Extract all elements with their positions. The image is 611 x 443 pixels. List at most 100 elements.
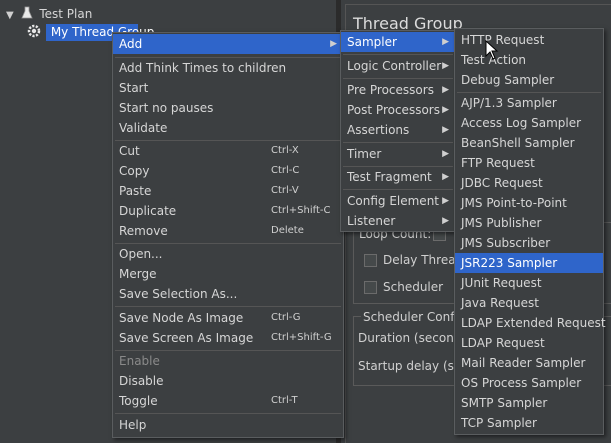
- menu-item-label: BeanShell Sampler: [461, 136, 575, 150]
- menu-item-label: Save Node As Image: [119, 311, 244, 325]
- menu-item-label: Duplicate: [119, 204, 177, 218]
- menu-item-paste[interactable]: Paste Ctrl-V: [113, 181, 343, 201]
- tree-node-label: Test Plan: [39, 7, 93, 21]
- menu-separator: [115, 413, 341, 414]
- menu-item-logic-controller[interactable]: Logic Controller ▶: [341, 56, 455, 76]
- menu-item-label: Toggle: [119, 394, 158, 408]
- shortcut-label: Ctrl-X: [271, 145, 299, 156]
- delay-thread-checkbox[interactable]: [364, 254, 377, 267]
- menu-item-timer[interactable]: Timer ▶: [341, 144, 455, 164]
- menu-item-cut[interactable]: Cut Ctrl-X: [113, 141, 343, 161]
- menu-item-save-screen-as-image[interactable]: Save Screen As Image Ctrl+Shift-G: [113, 328, 343, 348]
- menu-item-listener[interactable]: Listener ▶: [341, 211, 455, 231]
- menu-item-label: Config Element: [347, 194, 439, 208]
- menu-item-label: LDAP Request: [461, 336, 545, 350]
- shortcut-label: Ctrl-T: [271, 395, 298, 406]
- menu-item-jms-publisher[interactable]: JMS Publisher: [455, 213, 603, 233]
- menu-item-label: Paste: [119, 184, 152, 198]
- menu-item-label: JUnit Request: [461, 276, 542, 290]
- submenu-arrow-icon: ▶: [442, 85, 449, 95]
- menu-item-open[interactable]: Open...: [113, 244, 343, 264]
- menu-item-label: Assertions: [347, 123, 410, 137]
- menu-item-ldap-extended-request[interactable]: LDAP Extended Request: [455, 313, 606, 333]
- menu-item-label: Logic Controller: [347, 59, 442, 73]
- menu-item-junit-request[interactable]: JUnit Request: [455, 273, 603, 293]
- menu-item-post-processors[interactable]: Post Processors ▶: [341, 100, 455, 120]
- menu-item-assertions[interactable]: Assertions ▶: [341, 120, 455, 140]
- menu-item-jdbc-request[interactable]: JDBC Request: [455, 173, 603, 193]
- shortcut-label: Ctrl-V: [271, 185, 299, 196]
- menu-item-http-request[interactable]: HTTP Request: [455, 30, 603, 50]
- menu-item-label: Disable: [119, 374, 164, 388]
- tree-node-test-plan[interactable]: ▼ Test Plan: [6, 5, 92, 23]
- menu-item-label: FTP Request: [461, 156, 535, 170]
- menu-item-config-element[interactable]: Config Element ▶: [341, 191, 455, 211]
- menu-item-duplicate[interactable]: Duplicate Ctrl+Shift-C: [113, 201, 343, 221]
- menu-item-copy[interactable]: Copy Ctrl-C: [113, 161, 343, 181]
- menu-item-label: Add Think Times to children: [119, 61, 287, 75]
- menu-item-ajp-sampler[interactable]: AJP/1.3 Sampler: [455, 93, 603, 113]
- menu-item-jms-point-to-point[interactable]: JMS Point-to-Point: [455, 193, 603, 213]
- submenu-arrow-icon: ▶: [442, 172, 449, 182]
- menu-item-validate[interactable]: Validate: [113, 118, 343, 138]
- menu-item-smtp-sampler[interactable]: SMTP Sampler: [455, 393, 603, 413]
- mouse-cursor-icon: [485, 39, 499, 60]
- menu-separator: [343, 54, 453, 55]
- scheduler-checkbox[interactable]: [364, 281, 377, 294]
- menu-item-label: JSR223 Sampler: [461, 256, 558, 270]
- menu-separator: [115, 306, 341, 307]
- menu-item-sampler[interactable]: Sampler ▶: [341, 32, 455, 52]
- menu-item-beanshell-sampler[interactable]: BeanShell Sampler: [455, 133, 603, 153]
- menu-item-jsr223-sampler[interactable]: JSR223 Sampler: [455, 253, 603, 273]
- menu-item-label: Remove: [119, 224, 168, 238]
- menu-item-label: JMS Point-to-Point: [461, 196, 567, 210]
- menu-item-mail-reader-sampler[interactable]: Mail Reader Sampler: [455, 353, 603, 373]
- menu-item-label: JMS Subscriber: [461, 236, 551, 250]
- menu-item-tcp-sampler[interactable]: TCP Sampler: [455, 413, 603, 433]
- menu-item-add-think-times[interactable]: Add Think Times to children: [113, 58, 343, 78]
- menu-item-start-no-pauses[interactable]: Start no pauses: [113, 98, 343, 118]
- menu-item-label: Listener: [347, 214, 396, 228]
- menu-item-label: OS Process Sampler: [461, 376, 582, 390]
- menu-item-debug-sampler[interactable]: Debug Sampler: [455, 70, 603, 90]
- scheduler-config-label: Scheduler Config: [361, 310, 468, 324]
- menu-item-label: Start no pauses: [119, 101, 214, 115]
- menu-item-label: Cut: [119, 144, 140, 158]
- menu-item-test-fragment[interactable]: Test Fragment ▶: [341, 167, 455, 187]
- menu-item-ftp-request[interactable]: FTP Request: [455, 153, 603, 173]
- menu-item-label: Access Log Sampler: [461, 116, 582, 130]
- delay-thread-label: Delay Thread: [383, 253, 464, 267]
- menu-item-label: Merge: [119, 267, 157, 281]
- menu-item-label: JDBC Request: [461, 176, 543, 190]
- submenu-arrow-icon: ▶: [442, 149, 449, 159]
- menu-item-jms-subscriber[interactable]: JMS Subscriber: [455, 233, 603, 253]
- menu-item-test-action[interactable]: Test Action: [455, 50, 603, 70]
- menu-item-os-process-sampler[interactable]: OS Process Sampler: [455, 373, 603, 393]
- submenu-arrow-icon: ▶: [442, 196, 449, 206]
- menu-item-label: LDAP Extended Request: [461, 316, 606, 330]
- menu-item-label: Help: [119, 418, 147, 432]
- menu-item-remove[interactable]: Remove Delete: [113, 221, 343, 241]
- menu-item-start[interactable]: Start: [113, 78, 343, 98]
- menu-item-label: Timer: [347, 147, 382, 161]
- menu-item-java-request[interactable]: Java Request: [455, 293, 603, 313]
- menu-item-save-node-as-image[interactable]: Save Node As Image Ctrl-G: [113, 308, 343, 328]
- menu-item-add[interactable]: Add ▶: [113, 34, 343, 54]
- menu-item-help[interactable]: Help: [113, 415, 343, 435]
- menu-item-enable[interactable]: Enable: [113, 351, 343, 371]
- menu-item-ldap-request[interactable]: LDAP Request: [455, 333, 603, 353]
- menu-item-pre-processors[interactable]: Pre Processors ▶: [341, 80, 455, 100]
- menu-item-merge[interactable]: Merge: [113, 264, 343, 284]
- shortcut-label: Ctrl+Shift-G: [271, 332, 332, 343]
- menu-item-label: TCP Sampler: [461, 416, 537, 430]
- menu-item-disable[interactable]: Disable: [113, 371, 343, 391]
- menu-item-label: Java Request: [461, 296, 539, 310]
- submenu-arrow-icon: ▶: [330, 39, 337, 49]
- menu-item-save-selection-as[interactable]: Save Selection As...: [113, 284, 343, 304]
- menu-item-access-log-sampler[interactable]: Access Log Sampler: [455, 113, 603, 133]
- menu-item-label: Sampler: [347, 35, 397, 49]
- menu-item-toggle[interactable]: Toggle Ctrl-T: [113, 391, 343, 411]
- shortcut-label: Ctrl-C: [271, 165, 300, 176]
- submenu-arrow-icon: ▶: [442, 216, 449, 226]
- expand-arrow-icon[interactable]: ▼: [6, 10, 14, 21]
